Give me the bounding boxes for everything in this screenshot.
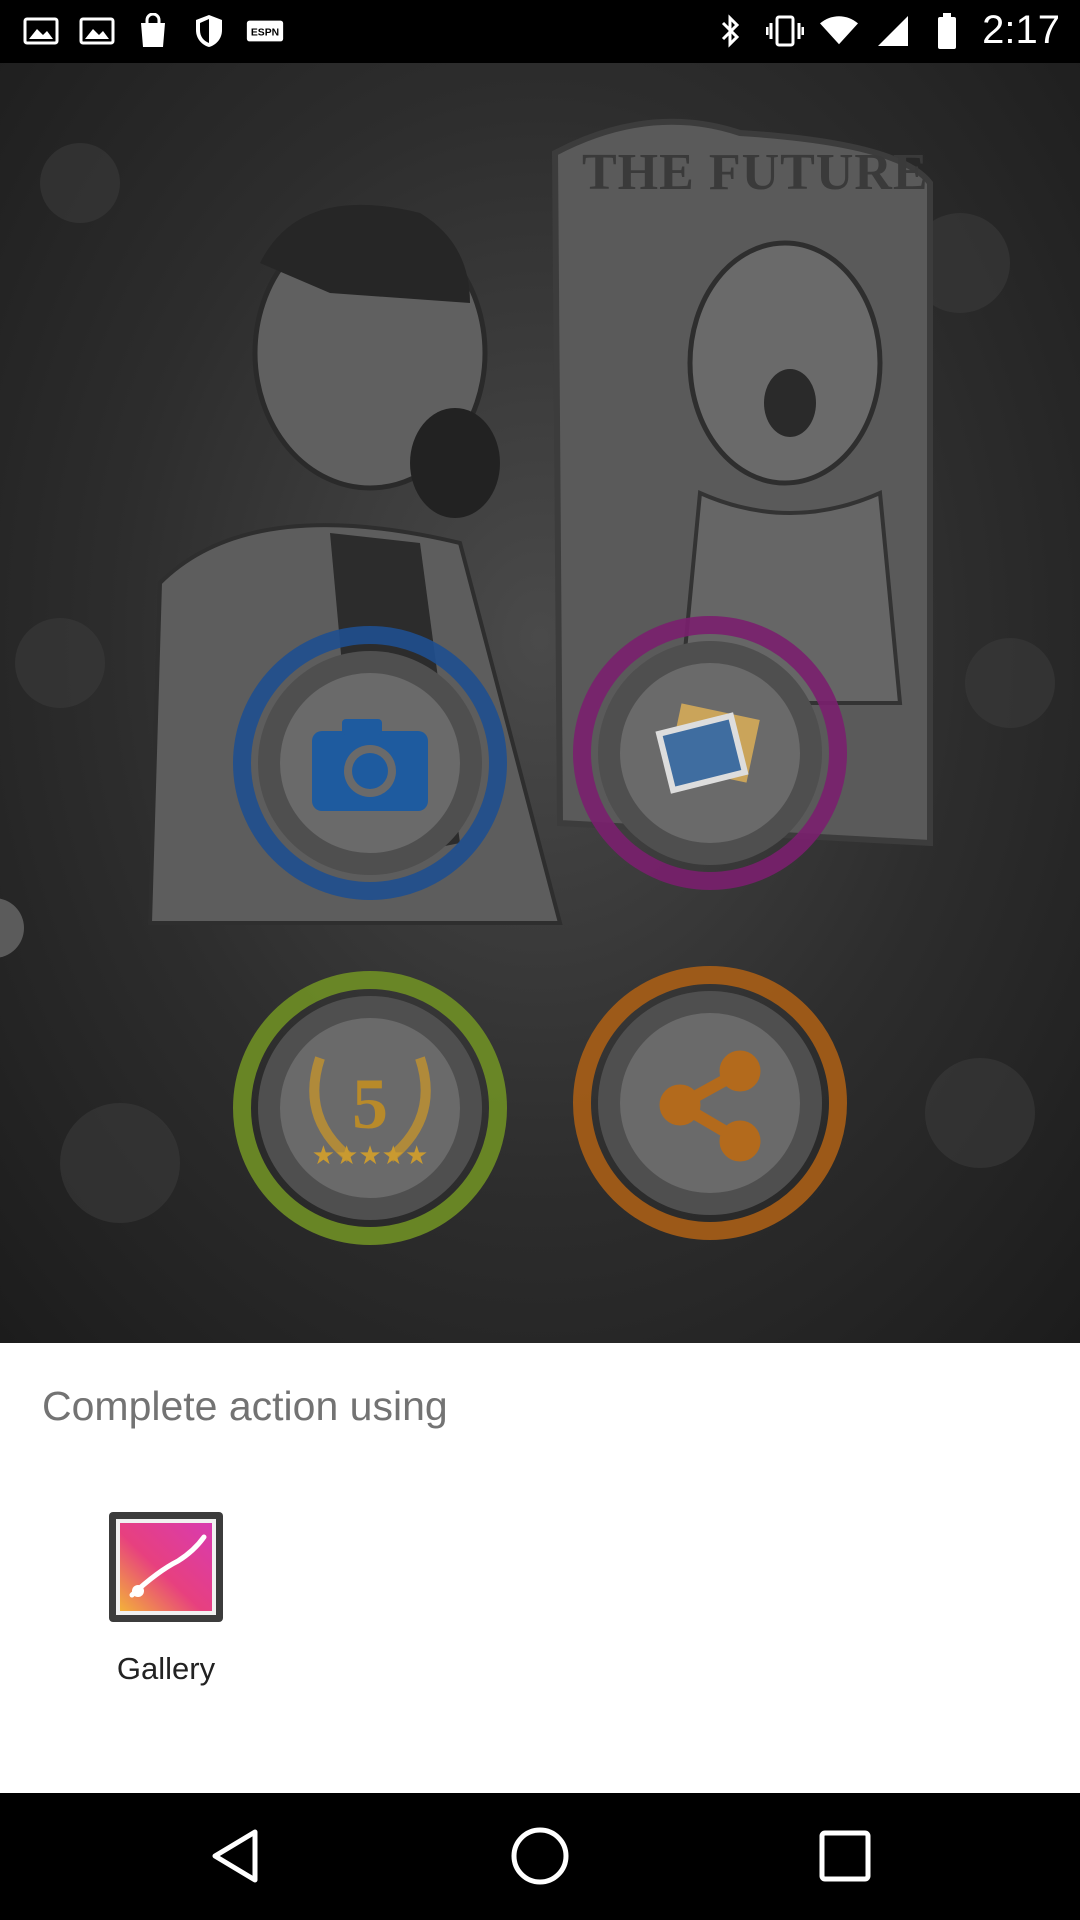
photo-notification-icon <box>78 12 116 50</box>
status-bar: ESPN 2:17 <box>0 0 1080 63</box>
svg-text:ESPN: ESPN <box>251 27 279 38</box>
gallery-notification-icon <box>22 12 60 50</box>
chooser-sheet: Complete action using Gallery <box>0 1343 1080 1793</box>
vibrate-icon <box>766 12 805 50</box>
navigation-bar <box>0 1793 1080 1920</box>
app-background: THE FUTURE 5 ★★★★★ <box>0 63 1080 1343</box>
clock: 2:17 <box>982 8 1060 52</box>
shield-icon <box>190 12 228 50</box>
back-icon[interactable] <box>200 1821 270 1891</box>
gallery-option-label: Gallery <box>116 1651 216 1686</box>
notification-icons: ESPN <box>22 12 284 50</box>
signal-icon <box>874 12 912 50</box>
espn-icon: ESPN <box>246 12 284 50</box>
recents-icon[interactable] <box>810 1821 880 1891</box>
battery-icon <box>928 12 966 50</box>
gallery-option[interactable]: Gallery <box>86 1511 246 1731</box>
dim-overlay[interactable] <box>0 63 1080 1343</box>
system-icons: 2:17 <box>712 8 1060 53</box>
home-icon[interactable] <box>505 1821 575 1891</box>
shopping-bag-icon <box>134 12 172 50</box>
wifi-icon <box>820 12 859 50</box>
gallery-app-icon[interactable] <box>108 1511 224 1623</box>
bluetooth-icon <box>712 12 750 50</box>
chooser-title: Complete action using <box>42 1383 448 1429</box>
